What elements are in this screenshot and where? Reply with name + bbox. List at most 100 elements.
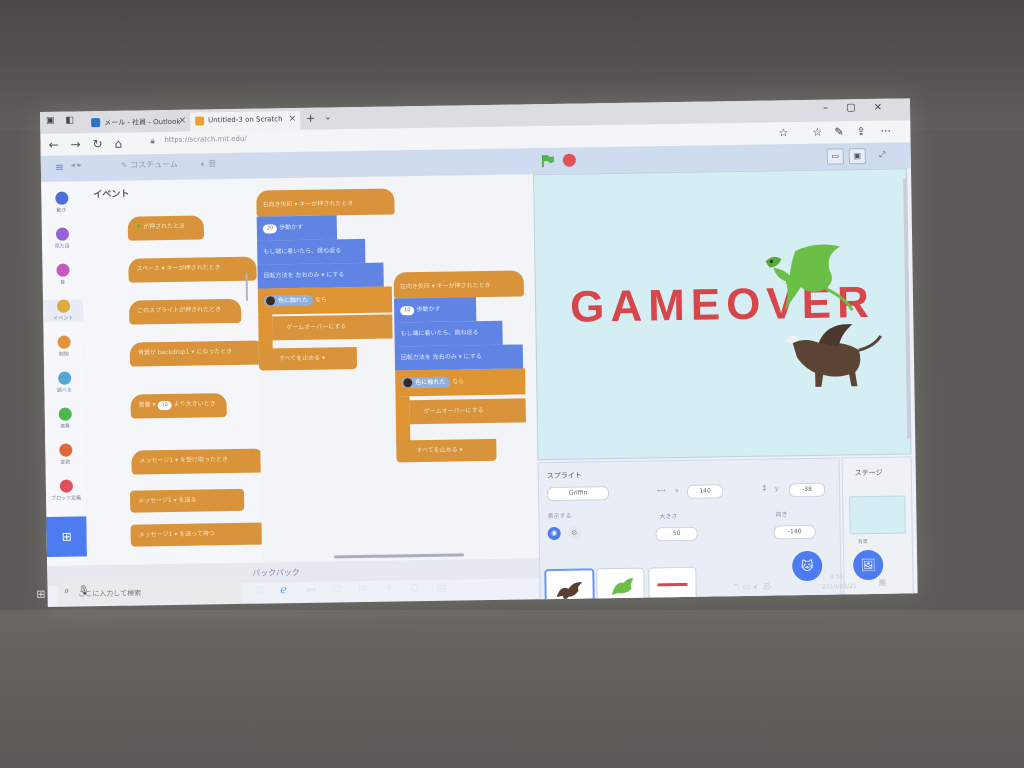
touching-color-block[interactable]: 色に触れた [401,376,451,389]
game-over-block[interactable]: ゲームオーバーにする [409,398,526,425]
tab-sounds[interactable]: 🔈︎ 音 [201,158,217,169]
set-rotation-style-block[interactable]: 回転方法を 左右のみ ▾ にする [394,344,524,371]
window-controls[interactable]: –▢× [823,101,900,113]
script-area: 右向き矢印 ▾ キーが押されたとき 20 歩動かす もし端に着いたら、跳ね返る … [256,174,725,563]
steps-value[interactable]: 20 [262,224,278,234]
category-events[interactable]: イベント [42,299,84,322]
category-sound[interactable]: 音 [42,263,82,286]
direction-label: 向き [775,511,788,519]
when-receive-block[interactable]: メッセージ1 ▾ を受け取ったとき [131,448,266,475]
when-key-pressed-block[interactable]: 右向き矢印 ▾ キーが押されたとき [256,188,395,217]
close-icon[interactable]: × [179,116,187,126]
when-key-pressed-block[interactable]: スペース ▾ キーが押されたとき [128,256,257,283]
clock-date[interactable]: 2019/08/21 [822,583,857,591]
category-motion[interactable]: 動き [41,191,81,214]
x-position-field[interactable]: 140 [686,484,724,499]
stop-all-block[interactable]: すべてを止める ▾ [396,438,497,463]
green-flag-icon[interactable] [541,154,555,168]
when-key-pressed-block[interactable]: 左向き矢印 ▾ キーが押されたとき [393,270,524,299]
size-field[interactable]: 50 [655,526,698,542]
taskbar-search-box[interactable]: ⌕ ここに入力して検索 🎙︎ [58,578,243,606]
color-swatch[interactable] [265,296,276,306]
chevron-down-icon[interactable]: ⌄ [324,112,332,122]
when-backdrop-switches-block[interactable]: 背景が backdrop1 ▾ になったとき [129,340,266,367]
stage-thumbnail[interactable] [849,495,906,535]
move-steps-block[interactable]: 10 歩動かす [393,297,477,323]
stop-all-block[interactable]: すべてを止める ▾ [258,347,358,371]
add-extension-button[interactable]: ⊞ [46,516,87,557]
stage-canvas[interactable]: GAMEOVER [533,168,912,461]
green-flag-icon: ⚑ [135,223,142,231]
windows-start-icon[interactable]: ⊞ [36,588,45,601]
stop-button[interactable] [562,153,576,167]
category-variables[interactable]: 変数 [45,443,85,466]
griffin-sprite[interactable] [774,320,885,392]
direction-field[interactable]: -140 [773,524,816,540]
broadcast-and-wait-block[interactable]: メッセージ1 ▾ を送って待つ [130,522,269,547]
share-icon[interactable]: ⇪ [856,125,865,138]
favorites-icon[interactable]: ☆ [812,126,822,139]
favorite-star-icon[interactable]: ☆ [778,126,788,139]
normal-stage-button[interactable]: ▣ [848,148,866,165]
palette-scrollbar[interactable] [245,272,248,301]
more-icon[interactable]: ··· [880,125,891,138]
category-looks[interactable]: 見た目 [42,227,82,250]
show-eye-icon[interactable]: ◉ [547,526,561,541]
tab-scratch[interactable]: Untitled-3 on Scratch × [190,110,301,132]
forward-icon[interactable]: → [70,137,80,151]
dragon-sprite[interactable] [755,240,856,322]
if-then-block[interactable]: 色に触れた なら [395,368,526,397]
back-icon[interactable]: ← [48,138,58,152]
network-app-icon[interactable]: ⛭ [410,581,419,595]
bounce-on-edge-block[interactable]: もし端に着いたら、跳ね返る [394,320,503,347]
sprite-name-field[interactable]: Griffin [546,486,610,502]
if-then-block[interactable]: 色に触れた なら [257,286,393,315]
notification-icon[interactable]: ▣ [878,578,887,588]
y-position-field[interactable]: -38 [788,482,826,498]
when-loudness-block[interactable]: 音量 ▾ 10 より大きいとき [130,393,227,419]
small-stage-button[interactable]: ▭ [826,148,844,165]
mail-icon[interactable]: ✉ [358,582,367,595]
when-sprite-clicked-block[interactable]: このスプライトが押されたとき [128,298,242,325]
color-swatch[interactable] [403,378,413,388]
edge-browser-icon[interactable]: ℯ [280,583,287,596]
tab-actions-icon[interactable]: ▣ ◧ [46,115,78,125]
backdrop-label: 背景 [857,539,868,546]
hide-eye-icon[interactable]: ⊘ [567,526,581,540]
app-icon[interactable]: ✈ [384,581,393,594]
close-icon[interactable]: × [289,114,297,124]
broadcast-block[interactable]: メッセージ1 ▾ を送る [129,488,245,513]
task-view-icon[interactable]: ⧉ [256,583,264,597]
microphone-icon[interactable]: 🎙︎ [78,584,236,596]
code-tab-icon[interactable]: ≡ [55,161,64,174]
x-arrows-icon: ⟷ [656,487,666,495]
y-label: y [774,485,779,493]
pen-icon[interactable]: ✎ [834,125,843,138]
category-operators[interactable]: 演算 [45,407,85,430]
loudness-value[interactable]: 10 [157,400,172,411]
new-tab-button[interactable]: + [306,112,315,125]
set-rotation-style-block[interactable]: 回転方法を 左右のみ ▾ にする [257,262,384,289]
tab-costumes[interactable]: ✎ コスチューム [121,159,178,171]
clock-time[interactable]: 4:51 [830,573,844,580]
game-over-block[interactable]: ゲームオーバーにする [272,314,393,341]
tab-outlook[interactable]: メール - 社員 - Outlook × [86,113,190,134]
stage-label: ステージ [854,468,883,478]
palette-section-title: イベント [93,189,130,201]
store-icon[interactable]: ⛫ [332,582,342,597]
category-sensing[interactable]: 調べる [44,371,84,394]
touching-color-block[interactable]: 色に触れた [263,294,314,307]
refresh-icon[interactable]: ↻ [92,137,102,151]
when-flag-clicked-block[interactable]: ⚑ が押されたとき [127,215,205,241]
category-control[interactable]: 制御 [44,335,84,358]
file-explorer-icon[interactable]: ▬ [306,583,317,596]
move-steps-block[interactable]: 20 歩動かす [256,215,338,241]
category-my-blocks[interactable]: ブロック定義 [46,479,86,502]
steps-value[interactable]: 10 [400,306,415,316]
system-tray-icons[interactable]: ⌃ ▭ 🔈︎ あ [732,579,771,593]
document-app-icon[interactable]: ▤ [436,580,447,593]
fullscreen-icon[interactable]: ⤢ [875,148,890,162]
tab-label: Untitled-3 on Scratch [208,115,283,125]
bounce-on-edge-block[interactable]: もし端に着いたら、跳ね返る [257,238,366,265]
home-icon[interactable]: ⌂ [114,137,122,151]
